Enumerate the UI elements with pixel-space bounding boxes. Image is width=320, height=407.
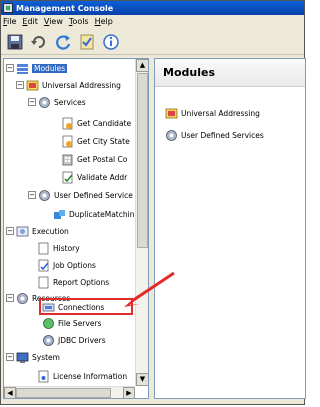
tree-label-file-servers: File Servers bbox=[58, 318, 102, 328]
tree-item-jdbc-drivers[interactable]: JDBC Drivers bbox=[42, 333, 106, 347]
collapse-icon[interactable]: − bbox=[28, 191, 36, 199]
tree-item-services[interactable]: − Services bbox=[28, 95, 86, 109]
tree-label-user-defined-services: User Defined Service bbox=[54, 190, 133, 200]
collapse-icon[interactable]: − bbox=[28, 98, 36, 106]
tree-item-history[interactable]: History bbox=[37, 241, 80, 255]
execution-icon bbox=[16, 226, 29, 236]
menu-bar: File Edit View Tools Help bbox=[1, 15, 304, 28]
document-icon bbox=[38, 276, 49, 288]
tree-item-validate-address[interactable]: Validate Addr bbox=[61, 170, 127, 184]
save-button[interactable] bbox=[5, 32, 25, 52]
info-button[interactable] bbox=[101, 32, 121, 52]
modules-icon bbox=[17, 63, 28, 74]
tree-item-license-information[interactable]: License Information bbox=[37, 369, 127, 383]
document-check-icon bbox=[62, 171, 73, 183]
menu-tools[interactable]: Tools bbox=[69, 17, 89, 26]
menu-view[interactable]: View bbox=[44, 17, 63, 26]
resources-icon bbox=[17, 292, 28, 304]
tree-item-file-servers[interactable]: File Servers bbox=[42, 316, 101, 330]
tree-label-system: System bbox=[32, 352, 60, 362]
tree-label-modules: Modules bbox=[32, 63, 68, 73]
gear-icon bbox=[39, 189, 50, 201]
scroll-right-icon[interactable]: ▶ bbox=[123, 387, 135, 398]
content-header: Modules bbox=[155, 59, 305, 87]
tree-item-user-defined-services[interactable]: − User Defined Service bbox=[28, 188, 133, 202]
scroll-up-icon[interactable]: ▲ bbox=[136, 59, 148, 72]
tree-label-services: Services bbox=[54, 97, 86, 107]
tree-item-universal-addressing[interactable]: − Universal Addressing bbox=[16, 78, 121, 92]
tree-item-report-options[interactable]: Report Options bbox=[37, 275, 109, 289]
menu-file[interactable]: File bbox=[3, 17, 16, 26]
scroll-thumb[interactable] bbox=[16, 388, 111, 398]
collapse-icon[interactable]: − bbox=[6, 294, 14, 302]
tree-label-report-options: Report Options bbox=[53, 277, 110, 287]
tree-item-get-candidate[interactable]: Get Candidate bbox=[61, 116, 131, 130]
collapse-icon[interactable]: − bbox=[16, 81, 24, 89]
annotation-arrow-icon bbox=[124, 271, 175, 307]
address-book-icon bbox=[26, 80, 39, 90]
tree-item-get-city-state[interactable]: Get City State bbox=[61, 134, 130, 148]
tree-label-duplicate-matching: DuplicateMatchin bbox=[69, 209, 135, 219]
gear-icon bbox=[166, 129, 177, 141]
scroll-down-icon[interactable]: ▼ bbox=[136, 373, 148, 386]
document-star-icon bbox=[62, 117, 73, 129]
undo-button[interactable] bbox=[29, 32, 49, 52]
gear-icon bbox=[39, 96, 50, 108]
scroll-left-icon[interactable]: ◀ bbox=[4, 387, 16, 398]
tree-label-universal-addressing: Universal Addressing bbox=[42, 80, 121, 90]
menu-help[interactable]: Help bbox=[95, 17, 113, 26]
scroll-thumb[interactable] bbox=[137, 73, 148, 248]
content-item-user-defined-services[interactable]: User Defined Services bbox=[165, 128, 264, 142]
checklist-icon bbox=[80, 34, 94, 49]
app-icon bbox=[3, 3, 13, 13]
document-star-icon bbox=[62, 135, 73, 147]
refresh-button[interactable] bbox=[53, 32, 73, 52]
tree-label-job-options: Job Options bbox=[53, 260, 96, 270]
document-check-icon bbox=[38, 259, 49, 271]
tree-label-validate-address: Validate Addr bbox=[77, 172, 128, 182]
undo-icon bbox=[31, 35, 45, 48]
tree-label-execution: Execution bbox=[32, 226, 69, 236]
collapse-icon[interactable]: − bbox=[6, 227, 14, 235]
file-server-icon bbox=[43, 317, 54, 329]
content-label-user-defined-services: User Defined Services bbox=[181, 130, 264, 140]
driver-icon bbox=[43, 334, 54, 346]
management-console-window: Management Console File Edit View Tools … bbox=[0, 0, 306, 405]
collapse-icon[interactable]: − bbox=[6, 64, 14, 72]
tree-label-get-candidate: Get Candidate bbox=[77, 118, 132, 128]
tree-item-job-options[interactable]: Job Options bbox=[37, 258, 96, 272]
menu-edit[interactable]: Edit bbox=[22, 17, 38, 26]
tree-item-duplicate-matching[interactable]: DuplicateMatchin bbox=[53, 207, 134, 221]
tree-label-history: History bbox=[53, 243, 80, 253]
tree-item-system[interactable]: − System bbox=[6, 350, 60, 364]
puzzle-icon bbox=[54, 209, 65, 219]
content-panel: Modules Universal Addressing User Define… bbox=[154, 58, 306, 399]
tree-horizontal-scrollbar[interactable]: ◀ ▶ bbox=[4, 386, 135, 398]
tree-vertical-scrollbar[interactable]: ▲ ▼ bbox=[135, 59, 148, 386]
content-item-universal-addressing[interactable]: Universal Addressing bbox=[165, 106, 260, 120]
tree-label-license-information: License Information bbox=[53, 371, 128, 381]
checklist-button[interactable] bbox=[77, 32, 97, 52]
content-heading: Modules bbox=[163, 66, 215, 79]
info-icon bbox=[103, 33, 119, 50]
tree-item-get-postal-code[interactable]: Get Postal Co bbox=[61, 152, 127, 166]
document-icon bbox=[38, 242, 49, 254]
tree-label-get-city-state: Get City State bbox=[77, 136, 130, 146]
toolbar bbox=[1, 29, 304, 55]
tree-label-jdbc-drivers: JDBC Drivers bbox=[58, 335, 106, 345]
refresh-icon bbox=[56, 34, 71, 50]
license-icon bbox=[38, 370, 49, 382]
collapse-icon[interactable]: − bbox=[6, 353, 14, 361]
address-book-icon bbox=[165, 108, 178, 118]
navigation-tree[interactable]: − Modules − Universal Addressing − Servi… bbox=[3, 58, 149, 399]
save-icon bbox=[7, 34, 23, 49]
building-icon bbox=[62, 154, 73, 165]
tree-item-modules[interactable]: − Modules bbox=[6, 61, 68, 75]
window-title: Management Console bbox=[16, 3, 114, 13]
title-bar[interactable]: Management Console bbox=[1, 1, 304, 15]
tree-item-execution[interactable]: − Execution bbox=[6, 224, 69, 238]
system-icon bbox=[16, 352, 29, 363]
content-label-universal-addressing: Universal Addressing bbox=[181, 108, 260, 118]
tree-label-get-postal-code: Get Postal Co bbox=[77, 154, 128, 164]
